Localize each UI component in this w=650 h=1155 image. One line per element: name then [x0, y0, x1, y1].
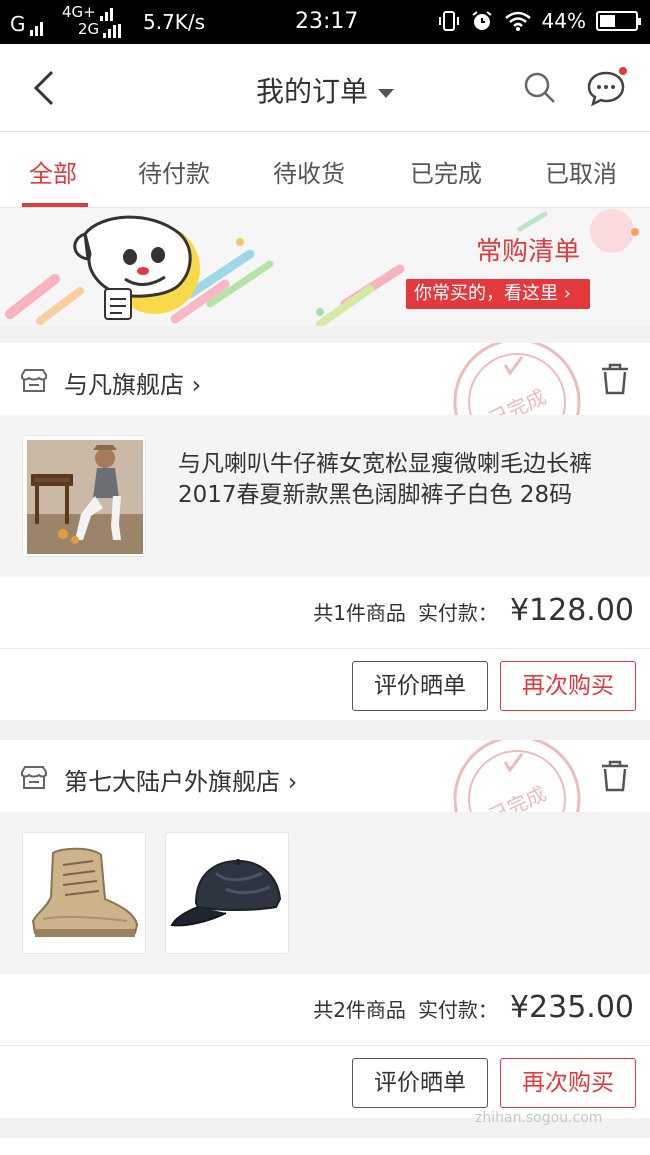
order-card-next — [0, 1138, 650, 1155]
unread-dot — [619, 67, 627, 75]
order-price: ¥128.00 — [509, 593, 634, 628]
order-price: ¥235.00 — [509, 990, 634, 1025]
shop-name-text: 第七大陆户外旗舰店 — [64, 768, 280, 796]
banner-title: 常购清单 — [476, 237, 581, 267]
shop-name: 第七大陆户外旗舰店 › — [64, 762, 297, 797]
rebuy-button[interactable]: 再次购买 — [500, 1058, 636, 1108]
tab-pending-payment[interactable]: 待付款 — [138, 154, 210, 189]
store-icon — [21, 766, 47, 789]
chevron-right-icon: › — [563, 283, 571, 304]
shop-name: 与凡旗舰店 › — [64, 365, 201, 400]
order-card: 与凡旗舰店 › 已完成 与凡喇叭牛仔裤女宽松显瘦微喇毛边长裤2017春夏新款黑色… — [0, 343, 650, 720]
product-image-boot — [31, 847, 139, 937]
wifi-icon — [504, 11, 531, 31]
network-type-bottom: 2G — [78, 20, 100, 38]
nav-bar: 我的订单 — [0, 44, 650, 132]
store-icon — [21, 369, 47, 392]
order-summary: 共1件商品 实付款： ¥128.00 — [0, 577, 650, 649]
tab-pending-receipt[interactable]: 待收货 — [273, 154, 345, 189]
battery-level — [600, 15, 615, 27]
signal-bars-icon — [99, 7, 113, 21]
paid-label: 实付款： — [417, 601, 498, 625]
network-indicator: 4G+ 2G — [62, 3, 122, 38]
chevron-right-icon: › — [191, 371, 202, 399]
review-button[interactable]: 评价晒单 — [352, 1058, 488, 1108]
network-type-top: 4G+ — [62, 3, 96, 21]
signal-bars-icon — [103, 24, 122, 38]
product-image-cap — [170, 859, 282, 927]
order-card: 第七大陆户外旗舰店 › 已完成 共2件商品 实付款： ¥235.00 评价晒单 … — [0, 740, 650, 1118]
order-summary: 共2件商品 实付款： ¥235.00 — [0, 974, 650, 1046]
item-count: 共1件商品 — [313, 601, 406, 625]
paid-label: 实付款： — [417, 998, 498, 1022]
product-thumbnail[interactable] — [165, 832, 289, 954]
tab-all[interactable]: 全部 — [29, 154, 77, 189]
dropdown-caret-icon — [378, 88, 394, 98]
order-tabs: 全部 待付款 待收货 已完成 已取消 — [0, 132, 650, 208]
chevron-right-icon: › — [287, 768, 298, 796]
signal-1: G — [10, 12, 43, 36]
order-goods[interactable]: 与凡喇叭牛仔裤女宽松显瘦微喇毛边长裤2017春夏新款黑色阔脚裤子白色 28码 — [0, 415, 650, 577]
product-thumbnail[interactable] — [22, 832, 146, 954]
tab-cancelled[interactable]: 已取消 — [545, 154, 617, 189]
order-goods[interactable] — [0, 812, 650, 974]
signal-bars-icon — [29, 18, 43, 36]
vibrate-icon — [438, 11, 459, 31]
alarm-icon — [471, 11, 492, 30]
shop-name-text: 与凡旗舰店 — [64, 371, 184, 399]
review-button[interactable]: 评价晒单 — [352, 661, 488, 711]
status-bar: G 4G+ 2G 5.7K/s 23:17 44% — [0, 0, 650, 44]
product-title: 与凡喇叭牛仔裤女宽松显瘦微喇毛边长裤2017春夏新款黑色阔脚裤子白色 28码 — [178, 451, 592, 508]
watermark: zhihan.sogou.com — [475, 1110, 603, 1126]
frequent-purchase-banner[interactable]: 常购清单 你常买的，看这里 › — [0, 209, 650, 326]
search-icon[interactable] — [522, 70, 558, 106]
carrier-label: G — [10, 12, 26, 36]
banner-subtitle: 你常买的，看这里 — [414, 283, 558, 304]
product-thumbnail[interactable] — [22, 435, 146, 557]
banner-link[interactable]: 你常买的，看这里 › — [406, 279, 590, 309]
order-actions: 评价晒单 再次购买 — [0, 1046, 650, 1118]
order-actions: 评价晒单 再次购买 — [0, 649, 650, 720]
tab-completed[interactable]: 已完成 — [410, 154, 482, 189]
shop-header[interactable]: 第七大陆户外旗舰店 › 已完成 — [0, 740, 650, 863]
trash-icon[interactable] — [600, 760, 630, 792]
message-icon[interactable] — [585, 67, 627, 109]
product-image-jeans — [27, 440, 143, 554]
rebuy-button[interactable]: 再次购买 — [500, 661, 636, 711]
trash-icon[interactable] — [600, 363, 630, 395]
clock: 23:17 — [295, 9, 359, 34]
shop-header[interactable]: 与凡旗舰店 › 已完成 — [0, 343, 650, 466]
battery-percent: 44% — [541, 9, 586, 33]
page-title: 我的订单 — [255, 75, 368, 108]
active-tab-indicator — [22, 203, 88, 207]
battery-icon — [596, 11, 641, 31]
network-speed: 5.7K/s — [143, 10, 206, 34]
item-count: 共2件商品 — [313, 998, 406, 1022]
